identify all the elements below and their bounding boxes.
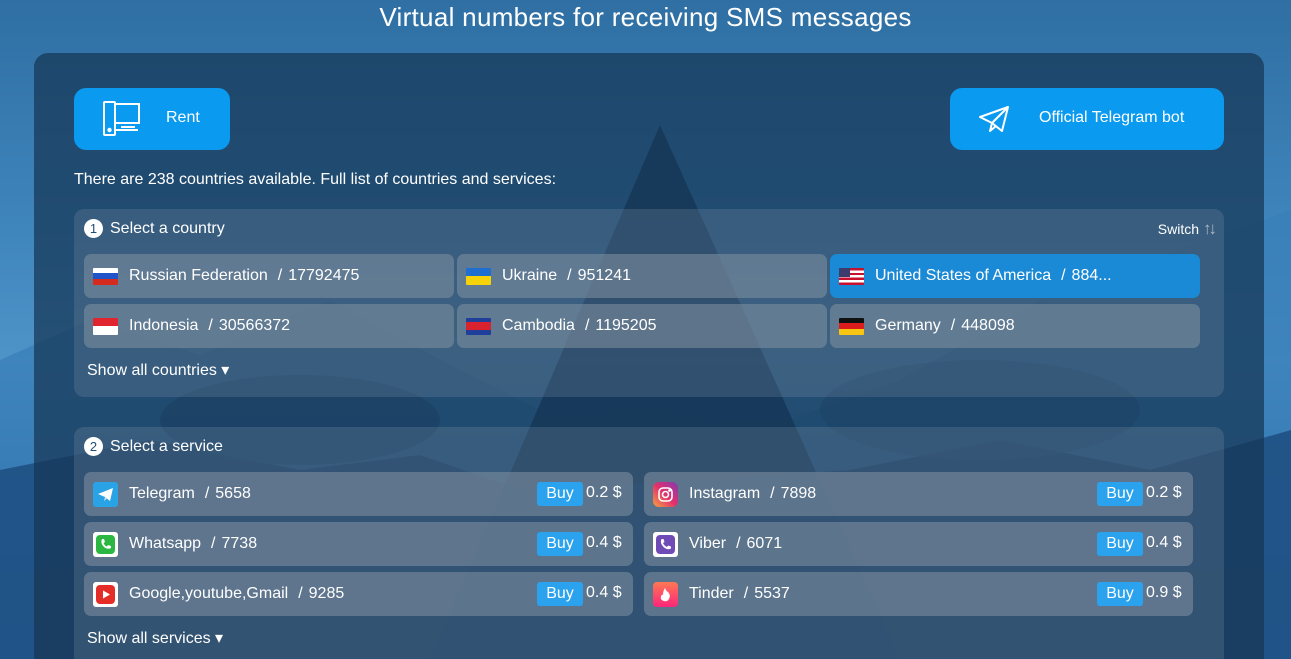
- separator: /: [211, 535, 216, 552]
- service-section-title: Select a service: [110, 437, 223, 455]
- country-count: 30566372: [218, 317, 291, 334]
- country-section-title: Select a country: [110, 219, 225, 237]
- price: 0.4 $: [1146, 534, 1182, 551]
- service-name: Google,youtube,Gmail: [129, 585, 289, 602]
- country-count: 17792475: [288, 267, 360, 284]
- usa-flag-icon: [839, 267, 864, 285]
- price: 0.4 $: [586, 534, 622, 551]
- buy-button[interactable]: Buy: [1097, 482, 1143, 506]
- country-count: 951241: [577, 267, 631, 284]
- ukraine-flag-icon: [466, 267, 491, 285]
- service-name: Viber: [689, 535, 727, 552]
- paper-plane-icon: [978, 105, 1010, 138]
- service-count: 6071: [746, 535, 783, 552]
- country-name: Indonesia: [129, 317, 199, 334]
- country-name: Germany: [875, 317, 941, 334]
- separator: /: [736, 535, 741, 552]
- separator: /: [743, 585, 749, 602]
- country-item-cambodia[interactable]: Cambodia / 1195205: [457, 304, 827, 348]
- service-item-google-youtube-gmail[interactable]: Google,youtube,Gmail / 9285 Buy 0.4 $: [84, 572, 633, 616]
- separator: /: [1061, 267, 1066, 284]
- show-all-services-link[interactable]: Show all services ▾: [87, 628, 223, 648]
- service-name: Tinder: [689, 585, 734, 602]
- telegram-icon: [93, 481, 118, 507]
- buy-button[interactable]: Buy: [537, 582, 583, 606]
- country-item-indonesia[interactable]: Indonesia / 30566372: [84, 304, 454, 348]
- cambodia-flag-icon: [466, 317, 491, 335]
- separator: /: [567, 267, 572, 284]
- service-item-viber[interactable]: Viber / 6071 Buy 0.4 $: [644, 522, 1193, 566]
- country-count: 1195205: [595, 317, 657, 334]
- buy-button[interactable]: Buy: [1097, 582, 1143, 606]
- telegram-bot-button[interactable]: Official Telegram bot: [950, 88, 1224, 150]
- service-item-whatsapp[interactable]: Whatsapp / 7738 Buy 0.4 $: [84, 522, 633, 566]
- country-section: 1 Select a country Switch ↑↓ Russian Fed…: [74, 209, 1224, 397]
- country-item-ukraine[interactable]: Ukraine / 951241: [457, 254, 827, 298]
- rent-button[interactable]: Rent: [74, 88, 230, 150]
- buy-button[interactable]: Buy: [537, 532, 583, 556]
- service-count: 5537: [754, 585, 790, 602]
- price: 0.2 $: [1146, 484, 1182, 501]
- country-name: Ukraine: [502, 267, 558, 284]
- price: 0.9 $: [1146, 584, 1182, 601]
- telegram-bot-label: Official Telegram bot: [1039, 109, 1185, 126]
- whatsapp-icon: [93, 531, 118, 557]
- service-count: 9285: [308, 585, 345, 602]
- country-count: 448098: [961, 317, 1015, 334]
- sort-arrows-icon: ↑↓: [1203, 219, 1217, 238]
- computer-phone-icon: [102, 100, 142, 143]
- service-count: 7738: [221, 535, 258, 552]
- country-section-header: 1 Select a country: [84, 219, 225, 238]
- availability-text: There are 238 countries available. Full …: [74, 171, 557, 188]
- separator: /: [277, 267, 283, 284]
- youtube-icon: [93, 581, 118, 607]
- country-item-germany[interactable]: Germany / 448098: [830, 304, 1200, 348]
- instagram-icon: [653, 481, 678, 507]
- russia-flag-icon: [93, 267, 118, 285]
- page-title: Virtual numbers for receiving SMS messag…: [379, 2, 912, 32]
- step-number: 1: [84, 219, 103, 238]
- country-name: Cambodia: [502, 317, 575, 334]
- separator: /: [950, 317, 956, 334]
- country-name: United States of America: [875, 267, 1052, 284]
- separator: /: [770, 485, 775, 502]
- service-item-telegram[interactable]: Telegram / 5658 Buy 0.2 $: [84, 472, 633, 516]
- germany-flag-icon: [839, 317, 864, 335]
- service-name: Whatsapp: [129, 535, 202, 552]
- service-section: 2 Select a service Telegram / 5658 Buy 0…: [74, 427, 1224, 659]
- country-count: 884...: [1071, 267, 1112, 284]
- service-section-header: 2 Select a service: [84, 437, 223, 456]
- separator: /: [208, 317, 213, 334]
- price: 0.4 $: [586, 584, 622, 601]
- separator: /: [584, 317, 590, 334]
- country-name: Russian Federation: [129, 267, 268, 284]
- indonesia-flag-icon: [93, 317, 118, 335]
- service-name: Telegram: [129, 485, 195, 502]
- service-name: Instagram: [689, 485, 761, 502]
- service-item-instagram[interactable]: Instagram / 7898 Buy 0.2 $: [644, 472, 1193, 516]
- service-item-tinder[interactable]: Tinder / 5537 Buy 0.9 $: [644, 572, 1193, 616]
- service-count: 7898: [780, 485, 817, 502]
- tinder-icon: [653, 581, 678, 607]
- country-item-usa[interactable]: United States of America / 884...: [830, 254, 1200, 298]
- separator: /: [204, 485, 210, 502]
- service-count: 5658: [215, 485, 251, 502]
- step-number: 2: [84, 437, 103, 456]
- rent-label: Rent: [166, 109, 200, 126]
- switch-button[interactable]: Switch ↑↓: [1157, 219, 1217, 239]
- switch-label: Switch: [1157, 221, 1199, 237]
- buy-button[interactable]: Buy: [537, 482, 583, 506]
- separator: /: [298, 585, 303, 602]
- show-all-countries-link[interactable]: Show all countries ▾: [87, 360, 229, 380]
- viber-icon: [653, 531, 678, 557]
- main-panel: Rent Official Telegram bot There are 238…: [34, 53, 1264, 659]
- buy-button[interactable]: Buy: [1097, 532, 1143, 556]
- country-item-russian-federation[interactable]: Russian Federation / 17792475: [84, 254, 454, 298]
- price: 0.2 $: [586, 484, 622, 501]
